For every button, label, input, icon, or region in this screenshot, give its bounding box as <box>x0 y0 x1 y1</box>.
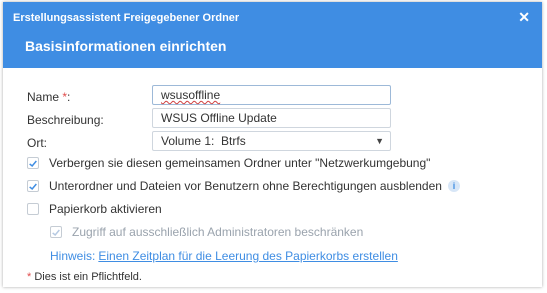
required-footnote: * Dies ist ein Pflichtfeld. <box>27 271 142 283</box>
hide-network-option[interactable]: Verbergen sie diesen gemeinsamen Ordner … <box>27 155 430 171</box>
footnote-text: Dies ist ein Pflichtfeld. <box>31 271 142 283</box>
dialog-header: Erstellungsassistent Freigegebener Ordne… <box>3 2 542 68</box>
location-select[interactable]: Volume 1: Btrfs ▼ <box>152 131 391 151</box>
hide-subfolders-label: Unterordner und Dateien vor Benutzern oh… <box>49 179 442 193</box>
admin-only-label: Zugriff auf ausschließlich Administrator… <box>72 225 364 239</box>
location-label: Ort: <box>27 136 47 150</box>
info-icon[interactable]: i <box>447 180 460 192</box>
name-field[interactable]: wsusoffline <box>152 85 391 105</box>
hint-line: Hinweis: Einen Zeitplan für die Leerung d… <box>50 249 398 263</box>
description-field[interactable]: WSUS Offline Update <box>152 108 391 128</box>
recycle-bin-option[interactable]: Papierkorb aktivieren <box>27 201 162 217</box>
hide-subfolders-checkbox[interactable] <box>27 180 39 192</box>
hide-network-label: Verbergen sie diesen gemeinsamen Ordner … <box>49 156 431 170</box>
description-value: WSUS Offline Update <box>161 111 277 125</box>
recycle-bin-label: Papierkorb aktivieren <box>49 202 162 216</box>
hint-prefix: Hinweis: <box>50 249 96 263</box>
shared-folder-wizard-dialog: Erstellungsassistent Freigegebener Ordne… <box>3 2 542 287</box>
dropdown-arrow-icon: ▼ <box>375 136 384 146</box>
close-icon[interactable]: ✕ <box>518 9 530 26</box>
location-value: Volume 1: Btrfs <box>161 134 246 148</box>
name-label: Name *: <box>27 90 71 104</box>
admin-only-option: Zugriff auf ausschließlich Administrator… <box>50 224 363 240</box>
hide-subfolders-option[interactable]: Unterordner und Dateien vor Benutzern oh… <box>27 178 460 194</box>
schedule-link[interactable]: Einen Zeitplan für die Leerung des Papie… <box>98 249 398 263</box>
recycle-bin-checkbox[interactable] <box>27 203 39 215</box>
admin-only-checkbox <box>50 226 62 238</box>
section-title: Basisinformationen einrichten <box>25 38 227 54</box>
name-value: wsusoffline <box>161 88 221 102</box>
window-title: Erstellungsassistent Freigegebener Ordne… <box>13 12 240 24</box>
dialog-body: Name *: wsusoffline Beschreibung: WSUS O… <box>3 68 542 287</box>
description-label: Beschreibung: <box>27 113 104 127</box>
hide-network-checkbox[interactable] <box>27 157 39 169</box>
